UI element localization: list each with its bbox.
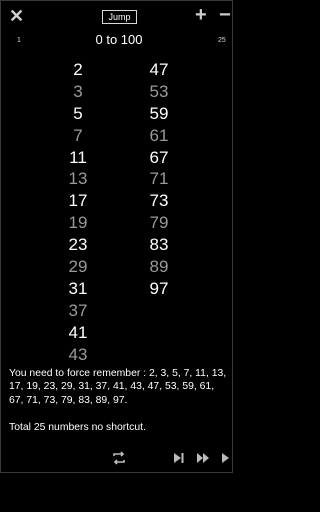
range-count-label: 25 [218,37,226,44]
number-item: 83 [149,235,169,255]
number-item: 17 [68,191,88,211]
number-item: 11 [69,147,87,167]
number-item: 23 [68,235,88,255]
number-item: 89 [149,257,169,277]
minus-icon[interactable]: − [219,5,231,25]
number-item: 29 [68,257,88,277]
total-summary: Total 25 numbers no shortcut. [9,422,146,433]
number-item: 3 [73,81,83,101]
number-item: 2 [73,60,83,79]
number-item: 71 [149,169,169,189]
plus-icon[interactable]: + [195,5,207,25]
number-item: 41 [68,322,88,342]
fast-forward-icon[interactable] [196,451,210,465]
number-item: 53 [149,81,169,101]
number-column-right: 47 53 59 61 67 71 73 79 83 89 97 [139,59,179,300]
range-title: 0 to 100 [95,32,143,47]
number-item: 59 [149,103,169,123]
close-icon[interactable]: ✕ [9,6,24,26]
number-item: 37 [68,300,88,320]
number-item: 43 [68,344,88,364]
number-item: 7 [73,125,83,145]
number-item: 67 [149,147,169,167]
skip-next-icon[interactable] [173,451,185,465]
jump-button[interactable]: Jump [102,10,137,24]
number-item: 79 [149,213,169,233]
number-item: 47 [149,60,169,79]
play-icon[interactable] [221,451,230,465]
number-item: 31 [68,278,88,298]
remember-note: You need to force remember : 2, 3, 5, 7,… [9,368,227,406]
repeat-icon[interactable] [111,451,127,465]
number-column-left: 2 3 5 7 11 13 17 19 23 29 31 37 41 43 [58,59,98,365]
number-item: 13 [68,169,88,189]
app-frame: ✕ Jump + − 1 0 to 100 25 2 3 5 7 11 13 1… [0,0,233,473]
number-item: 61 [149,125,169,145]
number-item: 97 [149,278,169,298]
number-item: 19 [68,213,88,233]
number-item: 73 [149,191,169,211]
number-item: 5 [73,103,83,123]
